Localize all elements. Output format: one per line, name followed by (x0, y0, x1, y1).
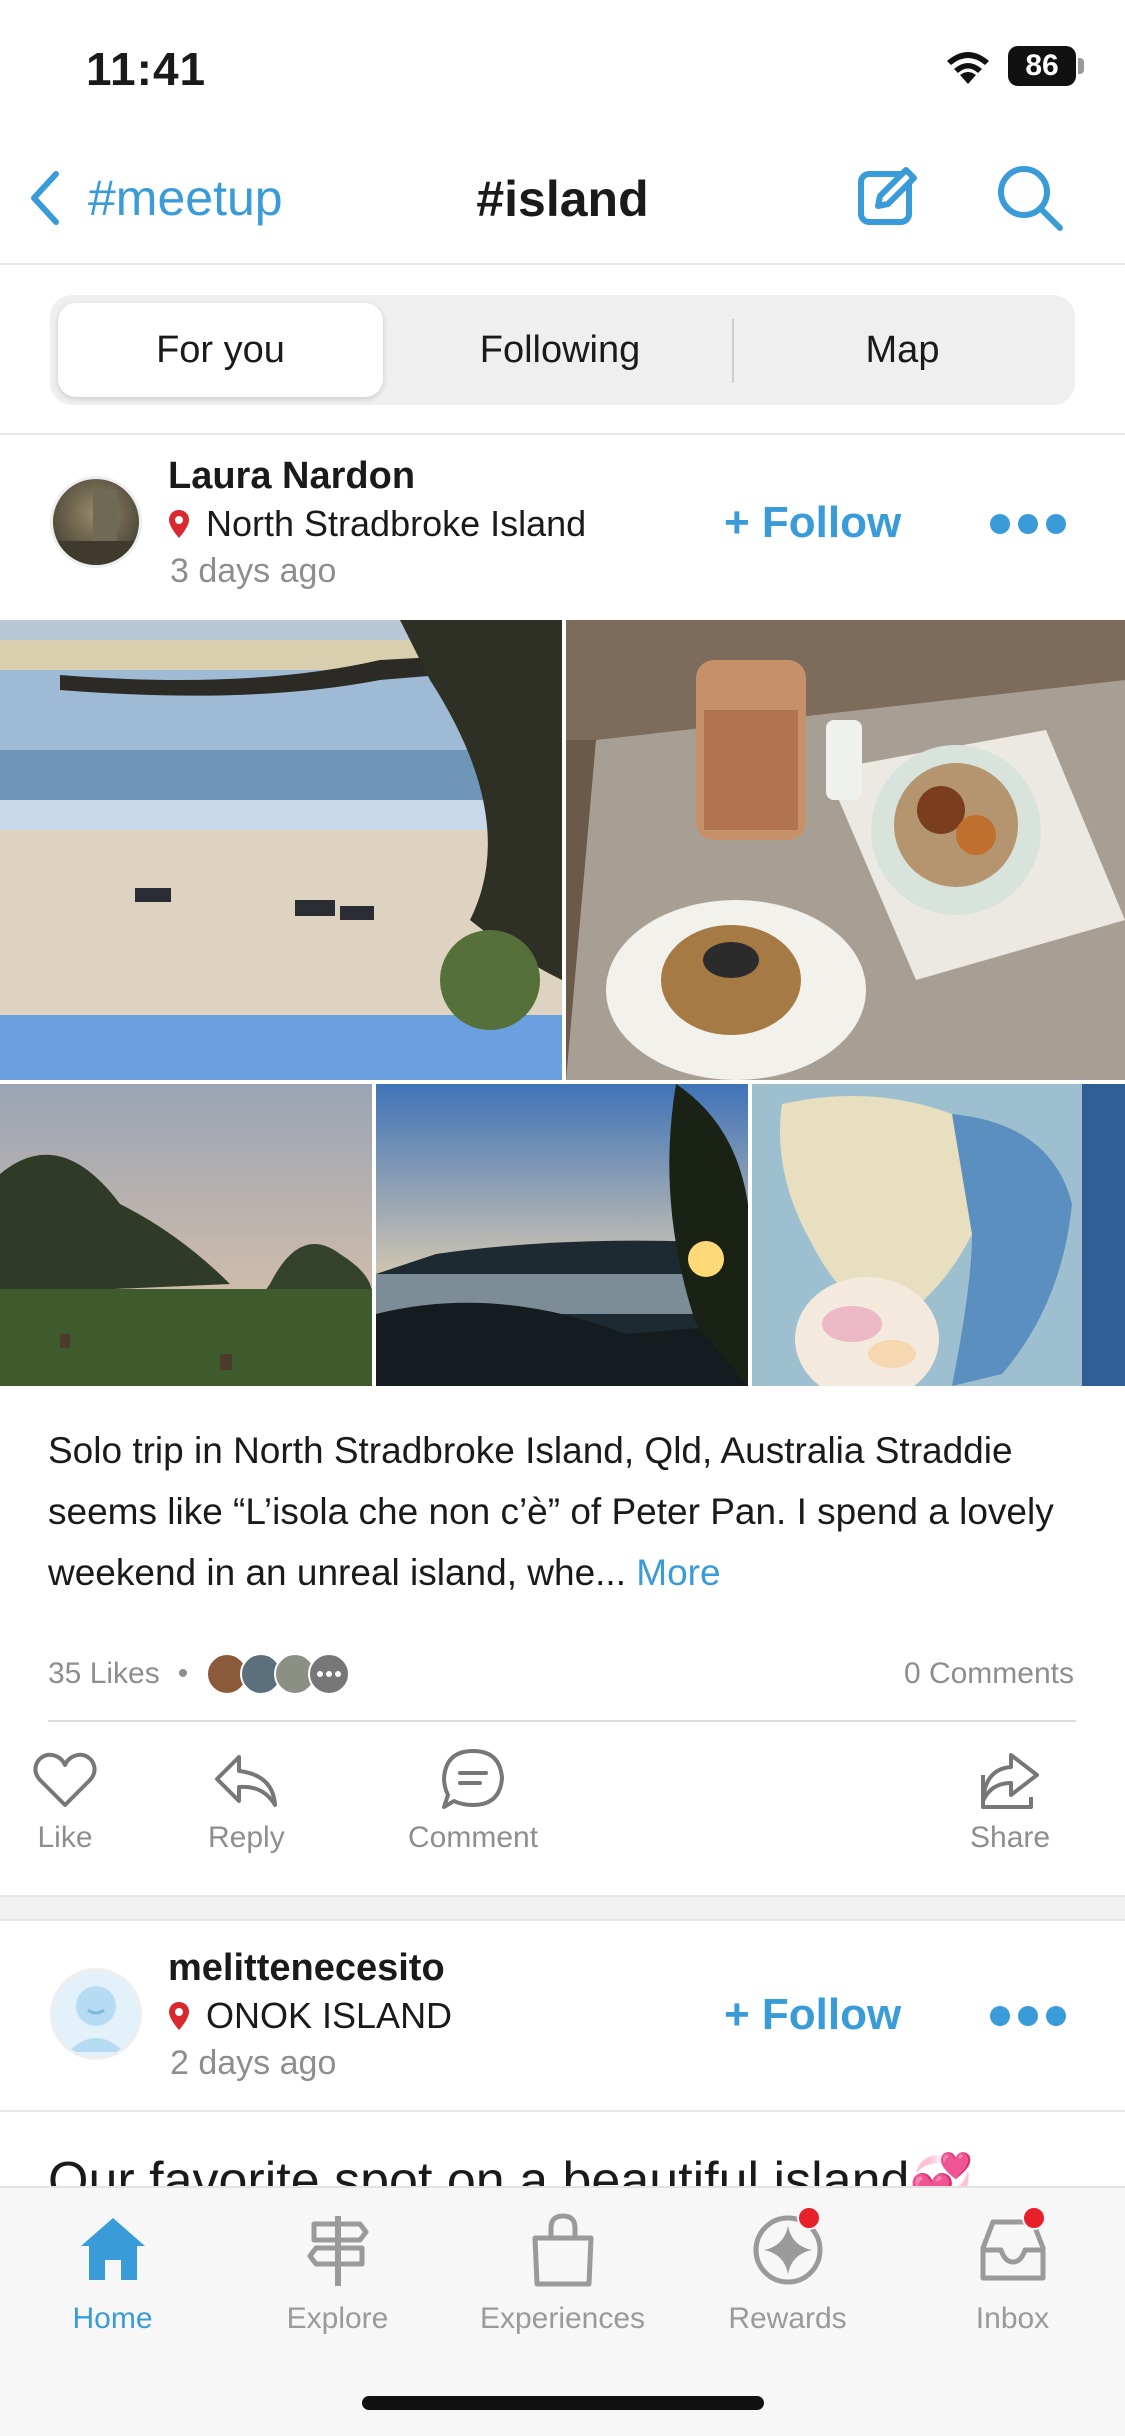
search-icon[interactable] (994, 162, 1066, 234)
comment-label: Comment (408, 1821, 539, 1854)
share-button[interactable]: Share (970, 1745, 1050, 1855)
more-options-icon[interactable] (990, 510, 1066, 538)
wifi-icon (947, 52, 989, 84)
tab-inbox[interactable]: Inbox (900, 2206, 1125, 2336)
notification-badge (1022, 2206, 1046, 2230)
post-username[interactable]: melittenecesito (168, 1947, 445, 1990)
post-photo-sunset[interactable] (376, 1084, 748, 1386)
location-pin-icon (169, 2002, 189, 2030)
tab-home-label: Home (72, 2302, 153, 2335)
home-indicator-bar (362, 2396, 764, 2410)
tab-inbox-label: Inbox (975, 2302, 1050, 2335)
post-timestamp: 2 days ago (170, 2044, 337, 2082)
follow-button[interactable]: + Follow (724, 498, 901, 548)
comment-button[interactable]: Comment (408, 1745, 538, 1855)
tab-explore[interactable]: Explore (225, 2212, 450, 2336)
avatar[interactable] (50, 1968, 142, 2060)
share-icon (981, 1753, 1040, 1809)
separator-dot: • (177, 1657, 189, 1690)
tab-rewards[interactable]: Rewards (675, 2206, 900, 2336)
tab-home[interactable]: Home (0, 2212, 225, 2336)
battery-nub (1078, 58, 1084, 74)
caption-text: Solo trip in North Stradbroke Island, Ql… (48, 1430, 1054, 1593)
home-icon (80, 2218, 145, 2280)
back-label: #meetup (88, 170, 283, 226)
status-bar: 11:41 86 (0, 0, 1125, 130)
heart-icon (33, 1752, 97, 1807)
shopping-bag-icon (532, 2213, 593, 2287)
likes-count[interactable]: 35 Likes (48, 1657, 160, 1691)
segment-divider (732, 319, 734, 383)
post-separator (0, 1895, 1125, 1921)
divider (0, 2110, 1125, 2112)
comments-count[interactable]: 0 Comments (904, 1657, 1074, 1691)
reply-label: Reply (208, 1821, 285, 1854)
follow-button[interactable]: + Follow (724, 1990, 901, 2040)
location-label: North Stradbroke Island (206, 503, 587, 544)
share-label: Share (970, 1821, 1051, 1854)
comment-icon (442, 1749, 505, 1809)
reply-button[interactable]: Reply (208, 1745, 285, 1855)
more-options-icon[interactable] (990, 2002, 1066, 2030)
back-button[interactable]: #meetup (26, 168, 283, 228)
location-label: ONOK ISLAND (206, 1995, 453, 2036)
chevron-left-icon (31, 171, 59, 225)
post-photo-map-icecream[interactable] (752, 1084, 1125, 1386)
tab-experiences[interactable]: Experiences (450, 2212, 675, 2336)
post-location[interactable]: North Stradbroke Island (168, 503, 586, 545)
tab-for-you[interactable]: For you (58, 303, 383, 397)
feed-segmented-control: For you Following Map (50, 295, 1075, 405)
divider (0, 433, 1125, 435)
avatar[interactable] (50, 476, 142, 568)
default-avatar-icon (68, 1986, 124, 2052)
tab-map[interactable]: Map (735, 303, 1070, 397)
reply-icon (215, 1755, 278, 1807)
caption-more-link[interactable]: More (636, 1552, 720, 1593)
post-photo-beach[interactable] (0, 620, 562, 1080)
post-location[interactable]: ONOK ISLAND (168, 1995, 452, 2037)
like-button[interactable]: Like (30, 1745, 100, 1855)
post-photo-field[interactable] (0, 1084, 372, 1386)
post-timestamp: 3 days ago (170, 552, 337, 590)
tab-experiences-label: Experiences (479, 2302, 646, 2335)
more-likers-icon (308, 1653, 351, 1695)
status-time: 11:41 (86, 43, 207, 95)
tab-following[interactable]: Following (390, 303, 730, 397)
post-caption: Solo trip in North Stradbroke Island, Ql… (48, 1420, 1078, 1603)
signpost-icon (307, 2216, 368, 2286)
nav-bar: #meetup #island (0, 130, 1125, 265)
post-photo-cafe[interactable] (566, 620, 1125, 1080)
engagement-row: 35 Likes • 0 Comments (48, 1652, 1074, 1696)
divider (48, 1720, 1076, 1722)
tab-rewards-label: Rewards (728, 2302, 847, 2335)
post-username[interactable]: Laura Nardon (168, 455, 415, 498)
notification-badge (797, 2206, 821, 2230)
like-label: Like (37, 1821, 93, 1854)
liker-avatars[interactable] (206, 1653, 351, 1695)
location-pin-icon (169, 510, 189, 538)
tab-explore-label: Explore (286, 2302, 389, 2335)
battery-icon: 86 (1008, 46, 1076, 86)
compose-icon[interactable] (856, 164, 920, 228)
